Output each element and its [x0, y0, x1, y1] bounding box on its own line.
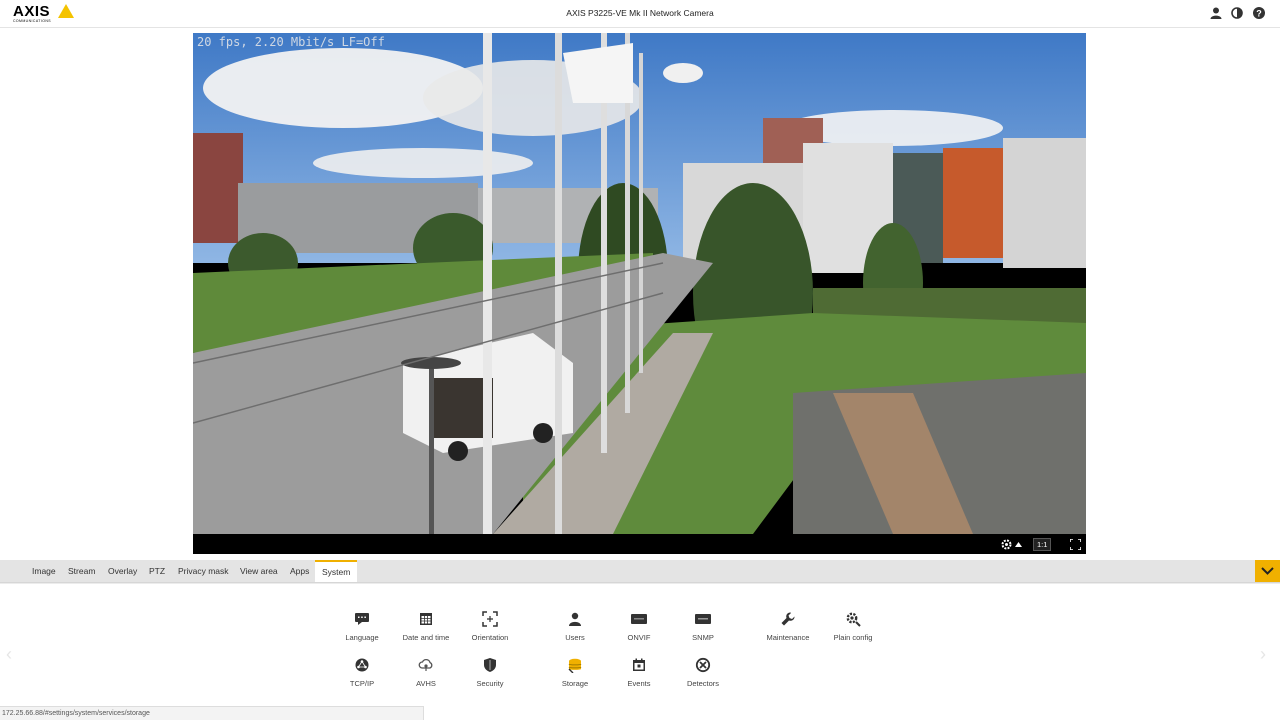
settings-item-detectors[interactable]: Detectors — [671, 657, 735, 688]
video-settings-gear-icon[interactable] — [1001, 539, 1012, 550]
settings-item-label: Detectors — [686, 679, 720, 688]
settings-item-label: Language — [345, 633, 379, 642]
contrast-icon[interactable] — [1230, 6, 1244, 20]
svg-text:?: ? — [1256, 9, 1262, 19]
tab-ptz[interactable]: PTZ — [142, 560, 172, 582]
calendar-icon — [420, 613, 432, 625]
top-header: AXIS COMMUNICATIONS AXIS P3225-VE Mk II … — [0, 0, 1280, 28]
settings-item-maintenance[interactable]: Maintenance — [756, 611, 820, 642]
aspect-ratio-button[interactable]: 1:1 — [1033, 538, 1052, 551]
events-icon — [633, 658, 645, 671]
fullscreen-icon[interactable] — [1070, 539, 1081, 550]
settings-item-language[interactable]: Language — [330, 611, 394, 642]
settings-item-label: TCP/IP — [349, 679, 375, 688]
language-icon — [355, 613, 369, 625]
settings-item-orientation[interactable]: Orientation — [458, 611, 522, 642]
video-overlay-text: 20 fps, 2.20 Mbit/s LF=Off — [197, 35, 385, 49]
settings-item-label: Security — [476, 679, 504, 688]
users-icon — [569, 612, 581, 626]
network-icon — [355, 658, 369, 672]
storage-icon — [568, 658, 582, 673]
settings-item-label: ONVIF — [627, 633, 651, 642]
live-video-view[interactable]: 20 fps, 2.20 Mbit/s LF=Off 1:1 — [193, 33, 1086, 554]
settings-item-label: AVHS — [416, 679, 436, 688]
shield-icon — [484, 658, 496, 672]
tab-image[interactable]: Image — [25, 560, 63, 582]
settings-item-label: Date and time — [402, 633, 450, 642]
gear-icon — [846, 612, 861, 627]
page-title: AXIS P3225-VE Mk II Network Camera — [566, 8, 714, 18]
wrench-icon — [781, 612, 795, 626]
settings-item-security[interactable]: Security — [458, 657, 522, 688]
settings-item-events[interactable]: Events — [607, 657, 671, 688]
settings-item-date-and-time[interactable]: Date and time — [394, 611, 458, 642]
settings-item-tcpip[interactable]: TCP/IP — [330, 657, 394, 688]
prev-page-arrow-icon[interactable]: ‹ — [6, 644, 12, 665]
settings-item-label: Users — [565, 633, 585, 642]
tab-view-area[interactable]: View area — [233, 560, 285, 582]
settings-item-label: SNMP — [692, 633, 714, 642]
settings-item-label: Storage — [561, 679, 589, 688]
settings-item-avhs[interactable]: AVHS — [394, 657, 458, 688]
settings-item-label: Plain config — [833, 633, 873, 642]
user-icon[interactable] — [1209, 6, 1223, 20]
settings-item-label: Maintenance — [766, 633, 810, 642]
settings-item-onvif[interactable]: ONVIF — [607, 611, 671, 642]
camera-scene-image — [193, 33, 1086, 534]
collapse-panel-button[interactable] — [1255, 560, 1280, 582]
settings-item-users[interactable]: Users — [543, 611, 607, 642]
tab-privacy-mask[interactable]: Privacy mask — [171, 560, 236, 582]
settings-tab-bar: Image Stream Overlay PTZ Privacy mask Vi… — [0, 560, 1280, 583]
settings-item-storage[interactable]: Storage — [543, 657, 607, 688]
logo-subtext: COMMUNICATIONS — [13, 19, 52, 23]
link-status-bar: 172.25.66.88/#settings/system/services/s… — [0, 706, 424, 720]
settings-item-label: Orientation — [471, 633, 509, 642]
tab-system[interactable]: System — [315, 560, 358, 582]
orientation-icon — [482, 611, 498, 627]
chevron-down-icon — [1261, 567, 1274, 575]
tab-stream[interactable]: Stream — [61, 560, 102, 582]
system-settings-panel: ‹ › Language Date and time Orientation U… — [0, 583, 1280, 721]
tab-overlay[interactable]: Overlay — [101, 560, 144, 582]
caret-up-icon[interactable] — [1015, 542, 1022, 547]
settings-item-plain-config[interactable]: Plain config — [821, 611, 885, 642]
next-page-arrow-icon[interactable]: › — [1260, 644, 1266, 665]
detectors-icon — [695, 657, 711, 673]
settings-item-snmp[interactable]: SNMP — [671, 611, 735, 642]
onvif-icon — [631, 614, 647, 624]
cloud-icon — [418, 658, 433, 671]
help-icon[interactable]: ? — [1252, 6, 1266, 20]
snmp-icon — [695, 614, 711, 624]
video-control-bar: 1:1 — [193, 534, 1086, 554]
tab-apps[interactable]: Apps — [283, 560, 316, 582]
settings-item-label: Events — [627, 679, 651, 688]
